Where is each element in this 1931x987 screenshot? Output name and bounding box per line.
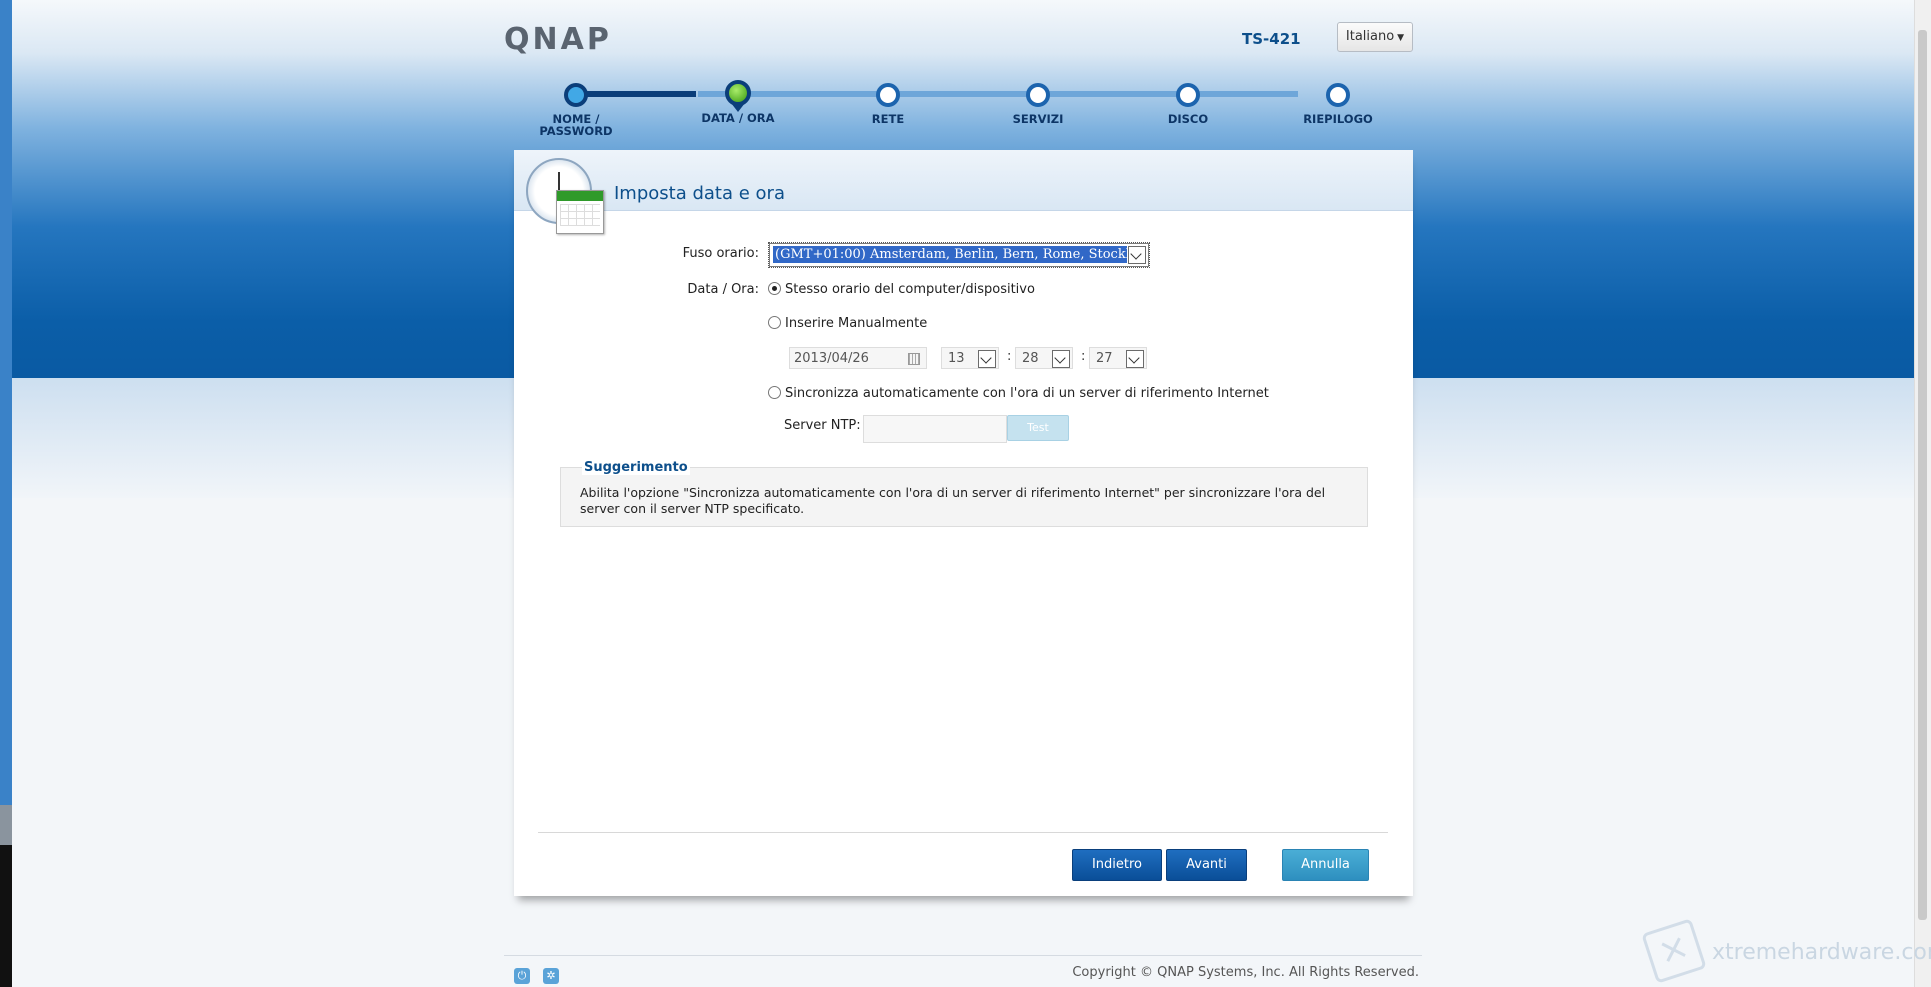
scrollbar-thumb[interactable] xyxy=(1918,30,1927,920)
next-button[interactable]: Avanti xyxy=(1166,849,1247,881)
second-select[interactable]: 27 xyxy=(1089,347,1147,369)
step-label: RIEPILOGO xyxy=(1303,112,1373,126)
step-label: DISCO xyxy=(1167,112,1209,126)
step-label: RETE xyxy=(871,112,905,126)
wizard-progress: NOME / PASSWORD DATA / ORA RETE SERVIZI D… xyxy=(539,80,1373,150)
vertical-scrollbar[interactable] xyxy=(1914,0,1931,987)
left-strip-dark xyxy=(0,845,12,987)
step-servizi: SERVIZI xyxy=(963,80,1113,125)
step-current-icon xyxy=(725,80,751,106)
settings-icon[interactable]: ✲ xyxy=(543,968,559,984)
step-label: SERVIZI xyxy=(1012,112,1064,126)
time-separator: : xyxy=(1081,349,1086,364)
footer-divider xyxy=(504,955,1422,956)
panel-divider xyxy=(538,832,1388,833)
radio-same-time-label: Stesso orario del computer/dispositivo xyxy=(785,282,1035,297)
second-value: 27 xyxy=(1096,351,1113,366)
step-rete: RETE xyxy=(813,80,963,125)
radio-icon[interactable] xyxy=(768,386,781,399)
ntp-server-label: Server NTP: xyxy=(784,418,861,433)
watermark-logo-icon: × xyxy=(1641,918,1707,984)
date-input[interactable]: 2013/04/26 xyxy=(789,347,927,369)
radio-selected-icon[interactable] xyxy=(768,282,781,295)
panel-header: Imposta data e ora xyxy=(514,150,1413,211)
radio-ntp-sync[interactable]: Sincronizza automaticamente con l'ora di… xyxy=(768,386,1269,402)
date-value: 2013/04/26 xyxy=(794,351,869,366)
step-data-ora: DATA / ORA xyxy=(663,80,813,124)
timezone-label: Fuso orario: xyxy=(682,246,759,261)
timezone-select[interactable]: (GMT+01:00) Amsterdam, Berlin, Bern, Rom… xyxy=(768,242,1150,268)
step-pending-icon xyxy=(876,83,900,107)
step-disco: DISCO xyxy=(1113,80,1263,125)
caret-down-icon: ▼ xyxy=(1397,33,1405,43)
model-name: TS-421 xyxy=(1242,30,1301,48)
wizard-panel: Imposta data e ora Fuso orario: (GMT+01:… xyxy=(514,150,1413,896)
language-selector[interactable]: Italiano ▼ xyxy=(1337,22,1413,52)
header: QNAP TS-421 Italiano ▼ xyxy=(504,22,1414,62)
radio-manual[interactable]: Inserire Manualmente xyxy=(768,316,927,332)
step-riepilogo: RIEPILOGO xyxy=(1263,80,1413,125)
timezone-value: (GMT+01:00) Amsterdam, Berlin, Bern, Rom… xyxy=(773,246,1127,263)
test-button[interactable]: Test xyxy=(1007,415,1069,441)
panel-title: Imposta data e ora xyxy=(614,183,785,204)
radio-manual-label: Inserire Manualmente xyxy=(785,316,928,331)
qnap-logo: QNAP xyxy=(504,22,612,57)
chevron-down-icon[interactable] xyxy=(1126,350,1144,368)
power-icon[interactable]: ⏻ xyxy=(514,968,530,984)
back-button[interactable]: Indietro xyxy=(1072,849,1162,881)
copyright: Copyright © QNAP Systems, Inc. All Right… xyxy=(1072,965,1419,980)
chevron-down-icon[interactable] xyxy=(1128,246,1146,264)
watermark-text: xtremehardware.com xyxy=(1712,940,1931,965)
ntp-server-input[interactable] xyxy=(863,415,1007,443)
step-label: NOME / PASSWORD xyxy=(539,112,613,138)
left-window-strip xyxy=(0,0,12,987)
step-nome-password: NOME / PASSWORD xyxy=(501,80,651,137)
hour-select[interactable]: 13 xyxy=(941,347,999,369)
step-done-icon xyxy=(564,83,588,107)
calendar-picker-icon[interactable] xyxy=(908,353,920,365)
datetime-label: Data / Ora: xyxy=(687,282,759,297)
left-strip-gray xyxy=(0,805,12,845)
step-pending-icon xyxy=(1326,83,1350,107)
radio-same-time[interactable]: Stesso orario del computer/dispositivo xyxy=(768,282,1035,298)
language-label: Italiano xyxy=(1345,29,1395,44)
cancel-button[interactable]: Annulla xyxy=(1282,849,1369,881)
hint-text: Abilita l'opzione "Sincronizza automatic… xyxy=(580,485,1326,516)
step-pending-icon xyxy=(1176,83,1200,107)
hint-title: Suggerimento xyxy=(582,460,690,475)
step-pending-icon xyxy=(1026,83,1050,107)
hour-value: 13 xyxy=(948,351,965,366)
minute-value: 28 xyxy=(1022,351,1039,366)
step-label: DATA / ORA xyxy=(701,111,775,125)
chevron-down-icon[interactable] xyxy=(1052,350,1070,368)
chevron-down-icon[interactable] xyxy=(978,350,996,368)
radio-ntp-sync-label: Sincronizza automaticamente con l'ora di… xyxy=(785,386,1269,401)
calendar-icon xyxy=(556,190,604,234)
minute-select[interactable]: 28 xyxy=(1015,347,1073,369)
time-separator: : xyxy=(1007,349,1012,364)
radio-icon[interactable] xyxy=(768,316,781,329)
